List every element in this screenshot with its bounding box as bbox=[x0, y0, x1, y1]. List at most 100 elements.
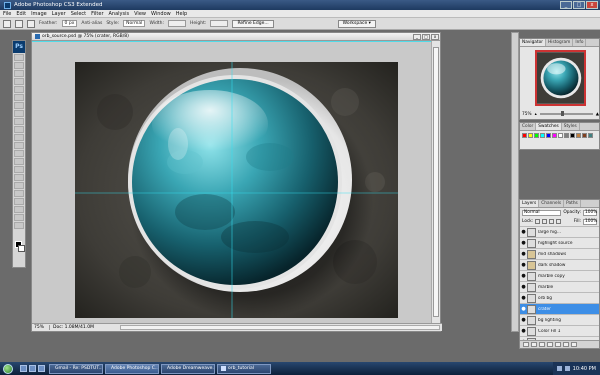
layer-name[interactable]: dark shadow bbox=[538, 263, 599, 268]
tab-swatches[interactable]: Swatches bbox=[536, 123, 562, 130]
magic-wand-icon[interactable] bbox=[14, 78, 24, 85]
taskbar-button[interactable]: orb_tutorial bbox=[217, 363, 271, 374]
zoom-tool-icon[interactable] bbox=[14, 222, 24, 229]
visibility-eye-icon[interactable]: ● bbox=[520, 251, 527, 257]
layer-row[interactable]: ● dark shadow bbox=[520, 259, 599, 270]
doc-close-button[interactable]: x bbox=[431, 33, 439, 40]
close-button[interactable]: x bbox=[586, 1, 598, 9]
tab-info[interactable]: Info bbox=[573, 39, 587, 46]
zoom-slider-knob[interactable] bbox=[560, 111, 564, 116]
lock-pixels-icon[interactable] bbox=[542, 219, 548, 224]
show-desktop-icon[interactable] bbox=[20, 365, 27, 372]
layer-name[interactable]: highlight source bbox=[538, 241, 599, 246]
zoom-out-icon[interactable]: ▴ bbox=[535, 112, 537, 117]
layer-row[interactable]: ● marble copy bbox=[520, 270, 599, 281]
color-swatch[interactable] bbox=[552, 133, 557, 138]
healing-brush-icon[interactable] bbox=[14, 102, 24, 109]
clock[interactable]: 10:40 PM bbox=[573, 366, 596, 372]
layer-name[interactable]: mid shadows bbox=[538, 252, 599, 257]
adjustment-layer-icon[interactable] bbox=[547, 342, 553, 347]
layer-row[interactable]: ● large hig... bbox=[520, 226, 599, 237]
background-color-swatch[interactable] bbox=[18, 245, 25, 252]
visibility-eye-icon[interactable]: ● bbox=[520, 295, 527, 301]
marquee-tool-icon[interactable] bbox=[14, 62, 24, 69]
visibility-eye-icon[interactable]: ● bbox=[520, 306, 527, 312]
browser-icon[interactable] bbox=[38, 365, 45, 372]
layer-name[interactable]: Color Fill 1 bbox=[538, 329, 599, 334]
link-layers-icon[interactable] bbox=[523, 342, 529, 347]
taskbar-button[interactable]: Gmail - Re: PSDTUT... bbox=[49, 363, 103, 374]
vertical-scroll-thumb[interactable] bbox=[433, 47, 439, 317]
doc-maximize-button[interactable]: □ bbox=[422, 33, 430, 40]
hand-tool-icon[interactable] bbox=[14, 214, 24, 221]
color-swatch[interactable] bbox=[540, 133, 545, 138]
menu-image[interactable]: Image bbox=[31, 11, 47, 17]
minimize-button[interactable]: _ bbox=[560, 1, 572, 9]
menu-view[interactable]: View bbox=[134, 11, 146, 17]
vertical-scrollbar[interactable] bbox=[431, 41, 440, 325]
color-swatch[interactable] bbox=[564, 133, 569, 138]
crop-tool-icon[interactable] bbox=[14, 86, 24, 93]
zoom-readout[interactable]: 75% bbox=[32, 325, 50, 330]
color-swatch[interactable] bbox=[522, 133, 527, 138]
menu-help[interactable]: Help bbox=[176, 11, 187, 17]
color-swatch[interactable] bbox=[528, 133, 533, 138]
menu-window[interactable]: Window bbox=[151, 11, 171, 17]
lock-position-icon[interactable] bbox=[549, 219, 555, 224]
taskbar-button[interactable]: Adobe Dreamweave... bbox=[161, 363, 215, 374]
zoom-in-icon[interactable]: ▲ bbox=[596, 112, 599, 117]
marquee-tool-icon[interactable] bbox=[3, 19, 11, 28]
visibility-eye-icon[interactable]: ● bbox=[520, 262, 527, 268]
visibility-eye-icon[interactable]: ● bbox=[520, 240, 527, 246]
layer-name[interactable]: crater bbox=[538, 307, 599, 312]
color-swatch[interactable] bbox=[534, 133, 539, 138]
feather-input[interactable]: 0 px bbox=[61, 20, 78, 27]
layer-mask-icon[interactable] bbox=[539, 342, 545, 347]
volume-icon[interactable] bbox=[564, 366, 570, 371]
layer-row[interactable]: ● orb bg bbox=[520, 292, 599, 303]
refine-edge-button[interactable]: Refine Edge... bbox=[232, 19, 274, 28]
move-tool-icon[interactable] bbox=[14, 54, 24, 61]
path-selection-icon[interactable] bbox=[14, 182, 24, 189]
visibility-eye-icon[interactable]: ● bbox=[520, 273, 527, 279]
tab-color[interactable]: Color bbox=[520, 123, 537, 130]
new-selection-icon[interactable] bbox=[15, 19, 23, 28]
tab-channels[interactable]: Channels bbox=[539, 200, 565, 207]
clone-stamp-icon[interactable] bbox=[14, 118, 24, 125]
layer-style-icon[interactable] bbox=[531, 342, 537, 347]
height-input[interactable] bbox=[210, 20, 229, 27]
fill-input[interactable]: 100% bbox=[583, 218, 597, 225]
color-swatch[interactable] bbox=[588, 133, 593, 138]
width-input[interactable] bbox=[168, 20, 187, 27]
lock-transparency-icon[interactable] bbox=[535, 219, 541, 224]
start-button[interactable] bbox=[0, 362, 16, 375]
slice-tool-icon[interactable] bbox=[14, 94, 24, 101]
menu-layer[interactable]: Layer bbox=[52, 11, 66, 17]
shape-tool-icon[interactable] bbox=[14, 190, 24, 197]
menu-file[interactable]: File bbox=[3, 11, 11, 17]
tab-navigator[interactable]: Navigator bbox=[520, 39, 547, 46]
tab-styles[interactable]: Styles bbox=[562, 123, 580, 130]
visibility-eye-icon[interactable]: ● bbox=[520, 229, 527, 235]
network-icon[interactable] bbox=[556, 366, 562, 371]
color-swatch[interactable] bbox=[558, 133, 563, 138]
visibility-eye-icon[interactable]: ● bbox=[520, 284, 527, 290]
menu-analysis[interactable]: Analysis bbox=[109, 11, 130, 17]
antialias-checkbox[interactable]: Anti-alias bbox=[81, 21, 102, 26]
new-layer-icon[interactable] bbox=[563, 342, 569, 347]
zoom-slider[interactable] bbox=[539, 111, 593, 116]
layer-row[interactable]: ● bg lighting bbox=[520, 314, 599, 325]
navigator-zoom-value[interactable]: 75% bbox=[522, 112, 532, 117]
add-selection-icon[interactable] bbox=[27, 19, 35, 28]
orb-artwork[interactable] bbox=[75, 62, 398, 318]
layer-row[interactable]: ● mid shadows bbox=[520, 248, 599, 259]
lasso-tool-icon[interactable] bbox=[14, 70, 24, 77]
visibility-eye-icon[interactable]: ● bbox=[520, 317, 527, 323]
layer-name[interactable]: bg lighting bbox=[538, 318, 599, 323]
history-brush-icon[interactable] bbox=[14, 126, 24, 133]
collapsed-panel-dock[interactable] bbox=[511, 32, 519, 332]
canvas-area[interactable] bbox=[32, 41, 432, 325]
type-tool-icon[interactable] bbox=[14, 174, 24, 181]
menu-select[interactable]: Select bbox=[71, 11, 86, 17]
delete-layer-icon[interactable] bbox=[571, 342, 577, 347]
